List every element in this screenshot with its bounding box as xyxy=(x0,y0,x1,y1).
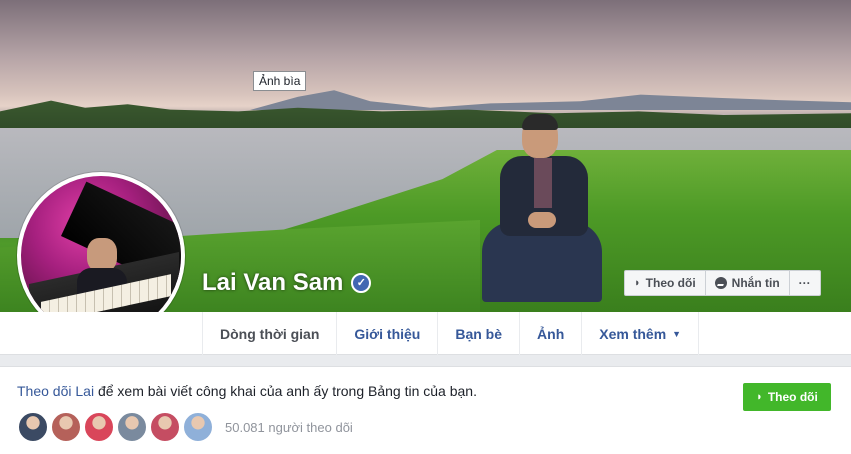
cover-mountains xyxy=(250,90,851,110)
tab-about[interactable]: Giới thiệu xyxy=(337,312,439,355)
tab-photos-label: Ảnh xyxy=(537,325,565,342)
follow-prompt-text: để xem bài viết công khai của anh ấy tro… xyxy=(94,383,477,399)
follow-prompt: Theo dõi Lai để xem bài viết công khai c… xyxy=(17,383,477,399)
tab-friends[interactable]: Bạn bè xyxy=(438,312,521,355)
message-button[interactable]: Nhắn tin xyxy=(704,270,790,296)
tab-photos[interactable]: Ảnh xyxy=(520,312,583,355)
avatar[interactable] xyxy=(17,411,49,443)
follow-link[interactable]: Theo dõi Lai xyxy=(17,383,94,399)
tab-timeline[interactable]: Dòng thời gian xyxy=(202,312,338,355)
cover-actions: ◗ Theo dõi Nhắn tin ··· xyxy=(624,270,821,296)
cover-tooltip: Ảnh bìa xyxy=(253,71,307,91)
avatar[interactable] xyxy=(182,411,214,443)
tab-more-label: Xem thêm xyxy=(599,325,667,342)
rss-icon: ◗ xyxy=(634,277,641,289)
message-label: Nhắn tin xyxy=(731,276,780,290)
profile-nav-bar: Dòng thời gian Giới thiệu Bạn bè Ảnh Xem… xyxy=(0,312,851,355)
avatar[interactable] xyxy=(83,411,115,443)
avatar[interactable] xyxy=(149,411,181,443)
followers-count[interactable]: 50.081 người theo dõi xyxy=(225,420,353,435)
follow-header-label: Theo dõi xyxy=(645,276,696,290)
avatar[interactable] xyxy=(50,411,82,443)
rss-icon: ◗ xyxy=(756,391,763,403)
follow-header-button[interactable]: ◗ Theo dõi xyxy=(624,270,706,296)
follow-button-label: Theo dõi xyxy=(767,390,818,404)
tab-more[interactable]: Xem thêm ▼ xyxy=(582,312,700,355)
follow-card: Theo dõi Lai để xem bài viết công khai c… xyxy=(0,366,851,454)
messenger-icon xyxy=(714,277,727,289)
follow-button[interactable]: ◗ Theo dõi xyxy=(743,383,831,411)
cover-person xyxy=(470,112,620,307)
followers-row: 50.081 người theo dõi xyxy=(17,411,353,443)
tab-about-label: Giới thiệu xyxy=(354,325,421,342)
tab-friends-label: Bạn bè xyxy=(455,325,503,342)
verified-badge-icon[interactable]: ✓ xyxy=(351,273,372,293)
profile-nav-tabs: Dòng thời gian Giới thiệu Bạn bè Ảnh Xem… xyxy=(202,312,700,355)
more-icon: ··· xyxy=(798,276,811,290)
caret-down-icon: ▼ xyxy=(672,328,682,339)
avatar[interactable] xyxy=(116,411,148,443)
profile-name[interactable]: Lai Van Sam xyxy=(202,269,343,297)
tab-timeline-label: Dòng thời gian xyxy=(220,325,320,342)
more-options-button[interactable]: ··· xyxy=(788,270,821,296)
profile-name-block: Lai Van Sam ✓ xyxy=(202,269,372,297)
